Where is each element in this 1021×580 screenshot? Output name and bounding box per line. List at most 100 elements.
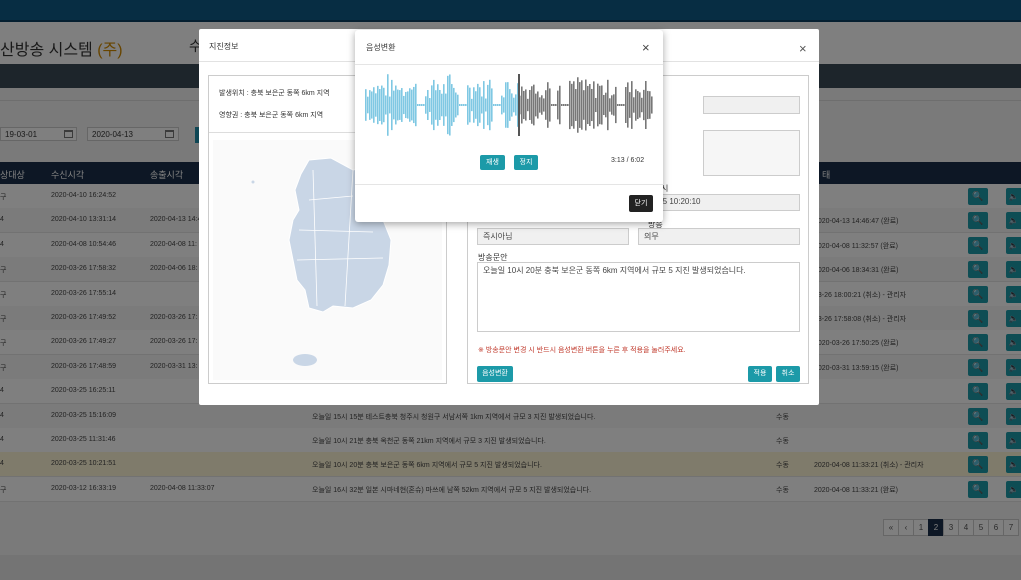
waveform-bar xyxy=(557,90,559,120)
waveform-bar xyxy=(447,75,449,135)
waveform-bar xyxy=(563,104,565,106)
waveform-bar xyxy=(437,84,439,126)
modal-title: 지진정보 xyxy=(209,42,239,51)
waveform-bar xyxy=(427,89,429,121)
waveform-bar xyxy=(457,94,459,116)
waveform-bar xyxy=(451,84,453,126)
waveform-bar xyxy=(503,97,505,113)
waveform-bar xyxy=(369,90,371,120)
waveform-bar xyxy=(461,104,463,106)
waveform-bar xyxy=(417,104,419,106)
waveform-bar xyxy=(625,87,627,123)
waveform-bar xyxy=(545,90,547,120)
location-text: 발생위치 : 충북 보은군 동쪽 6km 지역 xyxy=(219,90,330,97)
waveform-bar xyxy=(435,90,437,120)
audio-waveform[interactable] xyxy=(365,74,653,136)
waveform-bar xyxy=(601,85,603,125)
waveform-bar xyxy=(607,79,609,131)
close-button[interactable]: 닫기 xyxy=(629,195,653,212)
playback-cursor[interactable] xyxy=(518,74,520,136)
waveform-bar xyxy=(409,88,411,122)
waveform-bar xyxy=(647,90,649,120)
waveform-bar xyxy=(627,82,629,128)
waveform-bar xyxy=(373,87,375,123)
waveform-bar xyxy=(465,104,467,106)
waveform-bar xyxy=(487,84,489,126)
waveform-bar xyxy=(411,89,413,121)
voice-convert-button[interactable]: 음성변환 xyxy=(477,366,513,382)
waveform-bar xyxy=(423,104,425,106)
waveform-bar xyxy=(507,82,509,128)
waveform-bar xyxy=(425,96,427,114)
waveform-bar xyxy=(595,97,597,113)
waveform-bar xyxy=(543,98,545,112)
waveform-bar xyxy=(371,91,373,119)
broadcast-type-field[interactable]: 의무 xyxy=(638,228,800,245)
waveform-bar xyxy=(521,86,523,124)
waveform-bar xyxy=(605,92,607,118)
waveform-bar xyxy=(579,82,581,128)
immediate-field[interactable]: 즉시아님 xyxy=(477,228,629,245)
waveform-bar xyxy=(633,97,635,113)
waveform-bar xyxy=(389,96,391,114)
warning-text: ※ 방송문안 변경 시 반드시 음성변환 버튼을 누른 후 적용을 눌러주세요. xyxy=(478,347,686,354)
waveform-bar xyxy=(565,104,567,106)
cancel-button[interactable]: 취소 xyxy=(776,366,800,382)
form-field[interactable] xyxy=(703,96,800,114)
divider xyxy=(355,184,663,185)
waveform-bar xyxy=(385,95,387,115)
waveform-bar xyxy=(413,86,415,124)
waveform-bar xyxy=(547,82,549,128)
waveform-bar xyxy=(453,87,455,123)
waveform-bar xyxy=(455,92,457,118)
waveform-bar xyxy=(527,98,529,112)
waveform-bar xyxy=(479,87,481,123)
play-button[interactable]: 재생 xyxy=(480,155,505,170)
waveform-bar xyxy=(603,94,605,116)
waveform-bar xyxy=(397,89,399,121)
apply-button[interactable]: 적용 xyxy=(748,366,772,382)
waveform-bar xyxy=(421,104,423,106)
waveform-bar xyxy=(485,98,487,112)
waveform-bar xyxy=(615,86,617,124)
waveform-bar xyxy=(525,89,527,121)
waveform-bar xyxy=(577,77,579,133)
waveform-bar xyxy=(511,93,513,117)
waveform-bar xyxy=(367,96,369,114)
waveform-bar xyxy=(609,98,611,112)
close-icon[interactable]: × xyxy=(799,41,807,56)
waveform-bar xyxy=(573,81,575,129)
waveform-bar xyxy=(535,93,537,117)
waveform-bar xyxy=(501,95,503,115)
waveform-bar xyxy=(489,79,491,131)
message-textarea[interactable]: 오늘일 10시 20분 충북 보은군 동쪽 6km 지역에서 규모 5 지진 발… xyxy=(477,262,800,332)
waveform-bar xyxy=(471,98,473,112)
stop-button[interactable]: 정지 xyxy=(514,155,538,170)
waveform-bar xyxy=(593,81,595,129)
waveform-bar xyxy=(499,104,501,106)
waveform-bar xyxy=(433,79,435,131)
waveform-bar xyxy=(651,96,653,114)
waveform-bar xyxy=(475,91,477,119)
waveform-bar xyxy=(551,104,553,106)
waveform-bar xyxy=(399,90,401,120)
waveform-bar xyxy=(587,85,589,125)
waveform-bar xyxy=(539,97,541,113)
waveform-bar xyxy=(575,89,577,121)
close-icon[interactable]: × xyxy=(642,40,650,55)
waveform-bar xyxy=(635,89,637,121)
waveform-bar xyxy=(395,85,397,125)
waveform-bar xyxy=(431,85,433,125)
form-textarea[interactable] xyxy=(703,130,800,176)
waveform-bar xyxy=(599,85,601,125)
waveform-bar xyxy=(469,87,471,123)
waveform-bar xyxy=(639,92,641,118)
waveform-bar xyxy=(529,89,531,121)
waveform-bar xyxy=(445,93,447,117)
waveform-bar xyxy=(589,83,591,127)
waveform-bar xyxy=(613,94,615,116)
waveform-bar xyxy=(441,93,443,117)
playback-time: 3:13 / 6:02 xyxy=(611,157,645,164)
waveform-bar xyxy=(513,97,515,113)
waveform-bar xyxy=(383,87,385,123)
